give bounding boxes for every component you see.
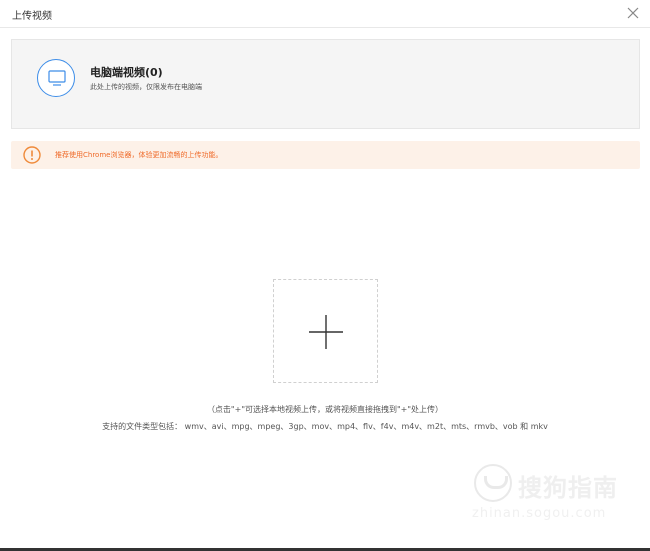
- tip-text: 推荐使用Chrome浏览器，体验更加流畅的上传功能。: [55, 151, 223, 159]
- source-description: 此处上传的视频，仅限发布在电脑端: [90, 83, 202, 91]
- monitor-icon: [37, 59, 75, 97]
- supported-formats: 支持的文件类型包括： wmv、avi、mpg、mpeg、3gp、mov、mp4、…: [102, 422, 548, 431]
- source-title: 电脑端视频(0): [90, 66, 163, 79]
- plus-icon: [309, 315, 343, 349]
- browser-tip-bar: 推荐使用Chrome浏览器，体验更加流畅的上传功能。: [11, 141, 640, 169]
- upload-drop-zone[interactable]: [273, 279, 378, 383]
- dialog-titlebar: 上传视频: [0, 0, 650, 28]
- close-icon[interactable]: [626, 5, 640, 19]
- upload-hint: （点击"+"可选择本地视频上传，或将视频直接拖拽到"+"处上传）: [206, 405, 444, 414]
- sogou-logo-icon: [474, 464, 512, 502]
- dialog-title: 上传视频: [12, 11, 52, 22]
- watermark-brand: 搜狗指南: [518, 474, 618, 502]
- watermark-url: zhinan.sogou.com: [472, 506, 607, 521]
- sogou-watermark: 搜狗指南 zhinan.sogou.com: [470, 462, 630, 522]
- source-panel-pc[interactable]: 电脑端视频(0) 此处上传的视频，仅限发布在电脑端: [11, 39, 640, 129]
- warning-icon: [23, 146, 41, 164]
